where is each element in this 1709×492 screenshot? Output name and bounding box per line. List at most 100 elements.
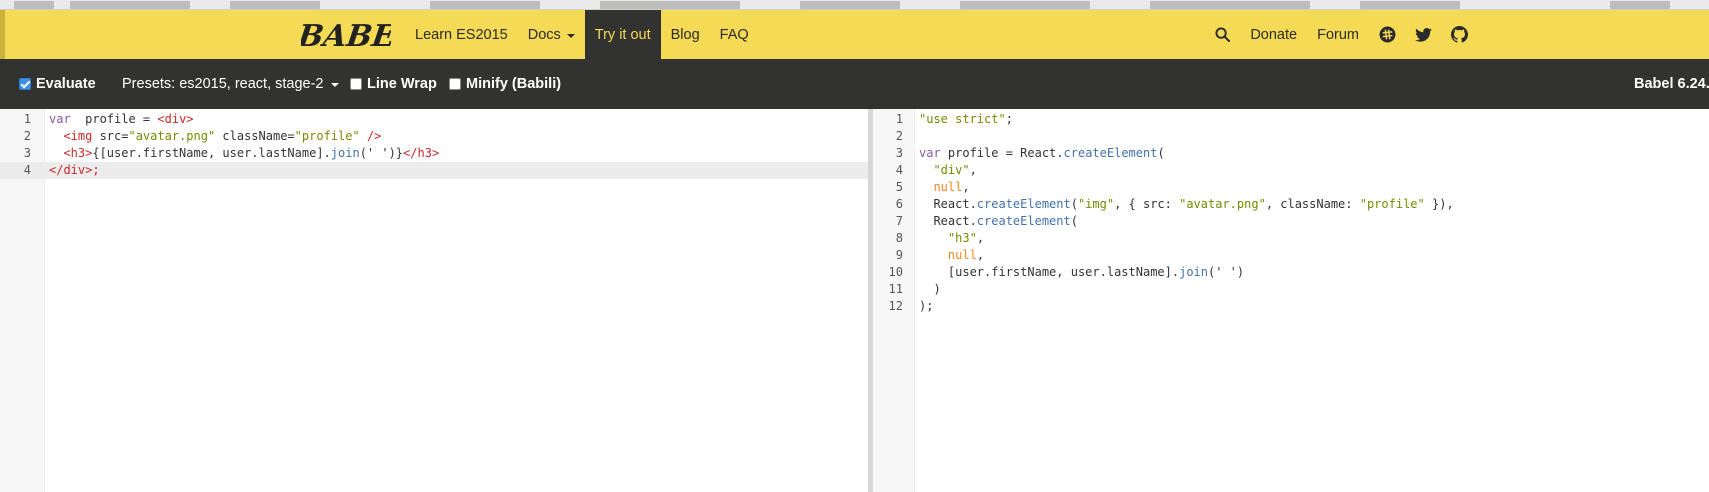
output-code-line[interactable]: 5 null, [873, 179, 1709, 196]
code-token: </div>; [49, 163, 100, 177]
output-code-line[interactable]: 7 React.createElement( [873, 213, 1709, 230]
code-text: null, [919, 179, 969, 196]
input-code-line[interactable]: 2 <img src="avatar.png" className="profi… [0, 128, 868, 145]
nav-blog[interactable]: Blog [661, 10, 710, 59]
code-token: "use strict" [919, 112, 1006, 126]
line-wrap-checkbox-box[interactable] [350, 78, 362, 90]
code-token: var [49, 112, 71, 126]
minify-checkbox-box[interactable] [449, 78, 461, 90]
line-wrap-checkbox[interactable]: Line Wrap [350, 59, 437, 109]
minify-checkbox[interactable]: Minify (Babili) [449, 59, 561, 109]
line-number: 3 [895, 146, 903, 160]
code-text: var profile = <div> [49, 111, 194, 128]
input-code-lines[interactable]: 1 var profile = <div> 2 <img src="avatar.p… [0, 111, 868, 179]
nav-learn-es2015[interactable]: Learn ES2015 [405, 10, 518, 59]
repl-options-bar: Evaluate Presets: es2015, react, stage-2… [0, 59, 1709, 109]
presets-dropdown[interactable]: Presets: es2015, react, stage-2 [122, 59, 339, 109]
code-token: ; [1005, 112, 1013, 126]
code-token: createElement [976, 214, 1071, 228]
nav-donate[interactable]: Donate [1240, 10, 1307, 59]
code-text: var profile = React.createElement( [919, 145, 1165, 162]
code-token: "avatar.png" [128, 129, 216, 143]
code-token: </h3> [403, 146, 440, 160]
code-text: <h3>{[user.firstName, user.lastName].joi… [49, 145, 439, 162]
slack-icon [1379, 26, 1395, 43]
nav-forum[interactable]: Forum [1307, 10, 1369, 59]
line-number: 7 [895, 214, 903, 228]
nav-learn-label: Learn ES2015 [415, 26, 508, 43]
line-number: 1 [23, 112, 31, 126]
code-token: , [976, 231, 985, 245]
code-text: "use strict"; [919, 111, 1013, 128]
nav-faq[interactable]: FAQ [710, 10, 759, 59]
code-token: <h3> [63, 146, 93, 160]
input-code-line[interactable]: 1 var profile = <div> [0, 111, 868, 128]
main-nav: Learn ES2015 Docs Try it out Blog FAQ [405, 10, 759, 59]
output-code-lines[interactable]: 1 "use strict"; 2 3 var profile = React.crea… [873, 111, 1709, 315]
line-wrap-label: Line Wrap [367, 76, 437, 92]
code-token: null [947, 248, 977, 262]
github-button[interactable] [1441, 10, 1477, 59]
input-editor[interactable]: 1 var profile = <div> 2 <img src="avatar.p… [0, 109, 868, 492]
evaluate-checkbox[interactable]: Evaluate [19, 59, 96, 109]
input-code-line[interactable]: 3 <h3>{[user.firstName, user.lastName].j… [0, 145, 868, 162]
babel-version: Babel 6.24.0 [1634, 59, 1709, 109]
code-token: React. [919, 197, 977, 211]
code-token: ( [1070, 197, 1078, 211]
code-token: ( [1157, 146, 1165, 160]
code-text: ) [919, 281, 940, 298]
code-token: [user.firstName, user.lastName]. [919, 265, 1180, 279]
output-editor[interactable]: 1 "use strict"; 2 3 var profile = React.crea… [873, 109, 1709, 492]
code-token: , [976, 248, 985, 262]
line-number: 10 [888, 265, 903, 279]
presets-label: Presets: es2015, react, stage-2 [122, 76, 324, 92]
output-code-line[interactable]: 10 [user.firstName, user.lastName].join(… [873, 264, 1709, 281]
evaluate-label: Evaluate [36, 76, 96, 92]
nav-blog-label: Blog [670, 26, 700, 43]
code-text: null, [919, 247, 984, 264]
code-token: ); [919, 299, 934, 313]
output-code-line[interactable]: 1 "use strict"; [873, 111, 1709, 128]
output-code-line[interactable]: 8 "h3", [873, 230, 1709, 247]
nav-try-it-out[interactable]: Try it out [584, 10, 661, 59]
github-icon [1450, 26, 1468, 43]
output-code-line[interactable]: 2 [873, 128, 1709, 145]
code-token: , className: [1265, 197, 1360, 211]
code-text: React.createElement("img", { src: "avata… [919, 196, 1454, 213]
code-token: profile = React. [940, 146, 1064, 160]
twitter-button[interactable] [1405, 10, 1441, 59]
output-code-line[interactable]: 3 var profile = React.createElement( [873, 145, 1709, 162]
code-token: "avatar.png" [1179, 197, 1266, 211]
search-button[interactable] [1204, 10, 1240, 59]
code-text: ); [919, 298, 933, 315]
line-number: 1 [895, 112, 903, 126]
output-code-line[interactable]: 11 ) [873, 281, 1709, 298]
line-number: 2 [895, 129, 903, 143]
code-text: <img src="avatar.png" className="profile… [49, 128, 381, 145]
line-number: 12 [888, 299, 903, 313]
nav-docs[interactable]: Docs [518, 10, 585, 59]
code-token: , [969, 163, 977, 177]
code-token: ( [1070, 214, 1078, 228]
code-token: , { src: [1114, 197, 1180, 211]
code-token: createElement [1063, 146, 1158, 160]
output-code-line[interactable]: 9 null, [873, 247, 1709, 264]
line-number: 4 [895, 163, 903, 177]
secondary-nav: Donate Forum [1204, 10, 1477, 59]
code-token: "div" [933, 163, 970, 177]
input-code-line[interactable]: 4 </div>; [0, 162, 868, 179]
code-token: <div> [157, 112, 194, 126]
code-text: "div", [919, 162, 977, 179]
nav-try-label: Try it out [594, 26, 651, 43]
evaluate-checkbox-box[interactable] [19, 78, 31, 90]
code-token: (' ') [1208, 265, 1245, 279]
output-code-line[interactable]: 6 React.createElement("img", { src: "ava… [873, 196, 1709, 213]
babel-logo[interactable]: BABEL [301, 16, 391, 54]
code-token: /> [366, 129, 382, 143]
output-code-line[interactable]: 12); [873, 298, 1709, 315]
output-code-line[interactable]: 4 "div", [873, 162, 1709, 179]
slack-button[interactable] [1369, 10, 1405, 59]
line-number: 11 [888, 282, 903, 296]
code-token: }), [1424, 197, 1454, 211]
